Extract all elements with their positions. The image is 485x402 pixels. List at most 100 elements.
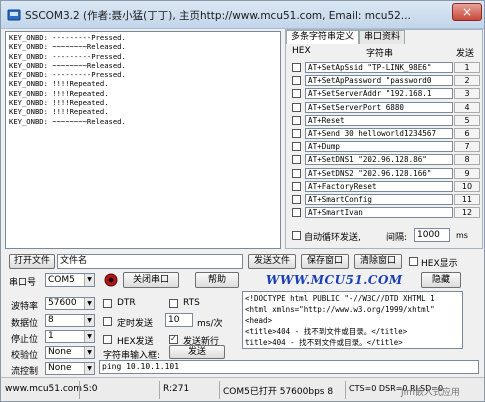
command-input[interactable]: AT+Dump <box>305 141 453 153</box>
command-input[interactable]: AT+SetApPassword "password0 <box>305 75 453 87</box>
timed-interval-unit: ms/次 <box>197 319 223 329</box>
command-input[interactable]: AT+SmartConfig <box>305 194 453 205</box>
baud-label: 波特率 <box>11 302 39 312</box>
hex-checkbox[interactable] <box>292 89 301 99</box>
command-input[interactable]: AT+SetServerPort 6880 <box>305 101 453 113</box>
interval-unit: ms <box>456 231 468 240</box>
send-command-button[interactable]: 1 <box>454 62 480 73</box>
hide-button[interactable]: 隐藏 <box>421 272 461 288</box>
status-divider <box>79 381 80 399</box>
parity-select[interactable]: None ▼ <box>45 346 95 359</box>
hex-checkbox[interactable] <box>292 181 301 191</box>
string-column-header: 字符串 <box>366 49 394 59</box>
send-command-button[interactable]: 2 <box>454 75 480 87</box>
loop-interval-input[interactable]: 1000 <box>414 228 450 242</box>
hex-checkbox[interactable] <box>292 168 301 178</box>
data-bits-select[interactable]: 8 ▼ <box>45 314 95 327</box>
command-input[interactable]: AT+SetDNS2 "202.96.128.166" <box>305 167 453 179</box>
send-file-button[interactable]: 发送文件 <box>248 254 296 269</box>
clear-window-button[interactable]: 清除窗口 <box>354 254 402 269</box>
send-command-button[interactable]: 8 <box>454 154 480 166</box>
open-file-button[interactable]: 打开文件 <box>9 254 55 269</box>
timed-interval-input[interactable]: 10 <box>165 313 193 327</box>
hex-checkbox[interactable] <box>292 142 301 152</box>
app-window: SSCOM3.2 (作者:聂小猛(丁丁), 主页http://www.mcu51… <box>0 0 485 402</box>
send-command-button[interactable]: 9 <box>454 167 480 179</box>
hex-checkbox[interactable] <box>292 102 301 112</box>
command-row: AT+FactoryReset 10 <box>288 180 482 193</box>
command-input[interactable]: AT+Reset <box>305 114 453 126</box>
chevron-down-icon: ▼ <box>84 315 94 326</box>
close-port-button[interactable]: 关闭串口 <box>123 272 179 288</box>
title-bar[interactable]: SSCOM3.2 (作者:聂小猛(丁丁), 主页http://www.mcu51… <box>1 1 484 29</box>
receive-line: KEY_ONBD: ~~~~~~~~Released. <box>9 116 126 126</box>
send-command-button[interactable]: 4 <box>454 101 480 113</box>
send-newline-checkbox[interactable] <box>169 334 178 344</box>
baud-select[interactable]: 57600 ▼ <box>45 297 95 310</box>
help-button[interactable]: 帮助 <box>195 272 239 288</box>
hex-checkbox[interactable] <box>292 115 301 125</box>
baud-value: 57600 <box>48 298 77 308</box>
dtr-checkbox[interactable] <box>103 299 112 308</box>
flow-control-select[interactable]: None ▼ <box>45 362 95 375</box>
command-input[interactable]: AT+SmartIvan <box>305 207 453 219</box>
stop-bits-select[interactable]: 1 ▼ <box>45 330 95 343</box>
tab-port-info[interactable]: 串口资料 <box>359 30 406 44</box>
hex-display-checkbox[interactable] <box>409 257 418 266</box>
hex-checkbox[interactable] <box>292 155 301 165</box>
hex-checkbox[interactable] <box>292 63 301 72</box>
rts-label: RTS <box>183 298 200 308</box>
watermark-text: Jim嵌入式应用 <box>401 388 460 398</box>
tab-multi-string[interactable]: 多条字符串定义 <box>286 30 360 44</box>
receive-area[interactable]: KEY_ONBD: ---------Pressed. KEY_ONBD: ~~… <box>5 31 281 249</box>
chevron-down-icon: ▼ <box>84 331 94 342</box>
command-input[interactable]: AT+FactoryReset <box>305 180 453 192</box>
status-received-count: R:271 <box>163 384 190 394</box>
send-command-button[interactable]: 7 <box>454 141 480 153</box>
chevron-down-icon: ▼ <box>84 347 94 358</box>
command-row: AT+SetServerPort 6880 4 <box>288 101 482 114</box>
command-input[interactable]: AT+SetServerAddr "192.168.1 <box>305 88 453 100</box>
send-command-button[interactable]: 12 <box>454 207 480 219</box>
file-name-input[interactable]: 文件名 <box>57 254 243 269</box>
hex-send-checkbox[interactable] <box>103 335 112 344</box>
timed-send-checkbox[interactable] <box>103 317 112 326</box>
send-command-button[interactable]: 10 <box>454 180 480 192</box>
command-row: AT+SetServerAddr "192.168.1 3 <box>288 88 482 100</box>
send-preview-line: <!DOCTYPE html PUBLIC "-//W3C//DTD XHTML… <box>245 294 435 303</box>
data-bits-label: 数据位 <box>11 319 39 329</box>
status-divider <box>219 381 220 399</box>
send-command-button[interactable]: 11 <box>454 194 480 205</box>
send-preview-line: <html xmlns="http://www.w3.org/1999/xhtm… <box>245 305 435 314</box>
command-input[interactable]: AT+SetApSsid "TP-LINK_98E6" <box>305 62 453 73</box>
app-icon <box>7 9 21 21</box>
hex-checkbox[interactable] <box>292 195 301 204</box>
hex-checkbox[interactable] <box>292 208 301 218</box>
send-command-button[interactable]: 6 <box>454 128 480 139</box>
string-input-field[interactable]: ping 10.10.1.101 <box>99 360 479 374</box>
auto-loop-checkbox[interactable] <box>292 231 301 240</box>
send-preview-line: <head> <box>245 316 273 325</box>
close-button[interactable]: × <box>452 3 482 21</box>
hex-checkbox[interactable] <box>292 76 301 86</box>
command-input[interactable]: AT+SetDNS1 "202.96.128.86" <box>305 154 453 166</box>
send-preview-area[interactable]: <!DOCTYPE html PUBLIC "-//W3C//DTD XHTML… <box>242 291 463 349</box>
send-command-button[interactable]: 3 <box>454 88 480 100</box>
send-button[interactable]: 发送 <box>169 345 225 359</box>
command-row: AT+SetDNS2 "202.96.128.166" 9 <box>288 167 482 180</box>
receive-line: KEY_ONBD: !!!!Repeated. <box>9 107 109 117</box>
parity-label: 校验位 <box>11 351 39 361</box>
send-command-button[interactable]: 5 <box>454 114 480 126</box>
chevron-down-icon: ▼ <box>84 298 94 309</box>
port-select[interactable]: COM5 ▼ <box>45 273 95 287</box>
status-bar: www.mcu51.com S:0 R:271 COM5已打开 57600bps… <box>1 377 484 401</box>
command-input[interactable]: AT+Send 30 helloworld1234567 <box>305 128 453 139</box>
window-title: SSCOM3.2 (作者:聂小猛(丁丁), 主页http://www.mcu51… <box>25 10 411 22</box>
save-window-button[interactable]: 保存窗口 <box>301 254 349 269</box>
status-sent-count: S:0 <box>83 384 98 394</box>
command-row: AT+Reset 5 <box>288 114 482 127</box>
hex-checkbox[interactable] <box>292 129 301 138</box>
rts-checkbox[interactable] <box>169 299 178 308</box>
site-banner: WWW.MCU51.COM <box>266 273 403 287</box>
status-divider <box>345 381 346 399</box>
